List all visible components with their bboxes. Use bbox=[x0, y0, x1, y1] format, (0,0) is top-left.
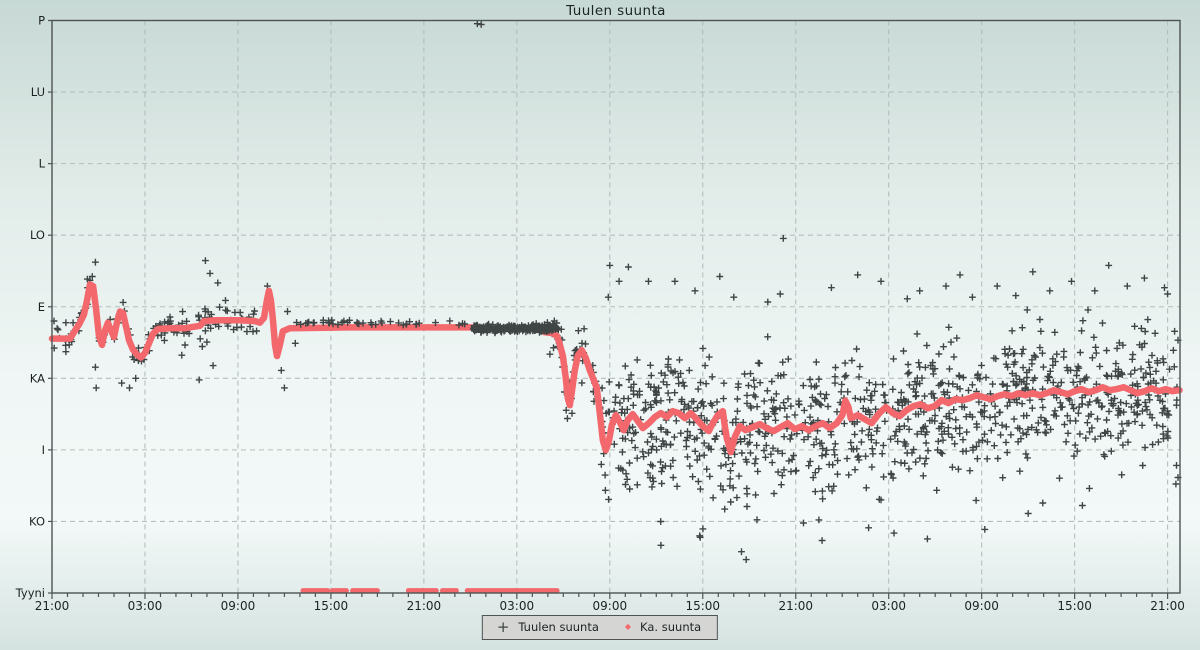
x-tick-label: 21:00 bbox=[407, 599, 442, 613]
x-tick-label: 03:00 bbox=[500, 599, 535, 613]
y-tick-label: KO bbox=[29, 514, 45, 528]
x-tick-label: 09:00 bbox=[221, 599, 256, 613]
x-tick-label: 21:00 bbox=[778, 599, 813, 613]
y-tick-label: LO bbox=[30, 228, 45, 242]
y-tick-label: P bbox=[38, 14, 45, 28]
chart-title: Tuulen suunta bbox=[52, 3, 1180, 19]
legend-item-tuulen-suunta: + Tuulen suunta bbox=[497, 620, 599, 634]
x-tick-label: 09:00 bbox=[964, 599, 999, 613]
wind-direction-chart: 21:00 03:00 09:00 15:00 21:00 03:00 09:00 15:00… bbox=[0, 0, 1200, 650]
y-tick-label: L bbox=[39, 157, 46, 171]
y-tick-label: I bbox=[42, 443, 45, 457]
y-tick-label: KA bbox=[30, 371, 45, 385]
x-tick-label: 03:00 bbox=[128, 599, 163, 613]
x-tick-label: 15:00 bbox=[314, 599, 349, 613]
legend-label: Tuulen suunta bbox=[518, 620, 598, 634]
y-tick-label: Tyyni bbox=[15, 586, 45, 600]
diamond-marker-icon: ◆ bbox=[625, 623, 631, 631]
plot-canvas: 21:00 03:00 09:00 15:00 21:00 03:00 09:00 15:00… bbox=[0, 0, 1200, 650]
x-tick-label: 03:00 bbox=[871, 599, 906, 613]
y-tick-label: E bbox=[38, 300, 45, 314]
legend-item-ka-suunta: ◆ Ka. suunta bbox=[625, 620, 701, 634]
x-tick-label: 21:00 bbox=[1150, 599, 1185, 613]
legend-label: Ka. suunta bbox=[640, 620, 701, 634]
y-tick-label: LU bbox=[31, 85, 45, 99]
plus-marker-icon: + bbox=[497, 622, 510, 632]
x-tick-label: 21:00 bbox=[35, 599, 70, 613]
x-tick-label: 15:00 bbox=[685, 599, 720, 613]
x-tick-label: 15:00 bbox=[1057, 599, 1092, 613]
x-tick-label: 09:00 bbox=[593, 599, 628, 613]
legend: + Tuulen suunta ◆ Ka. suunta bbox=[482, 615, 718, 640]
